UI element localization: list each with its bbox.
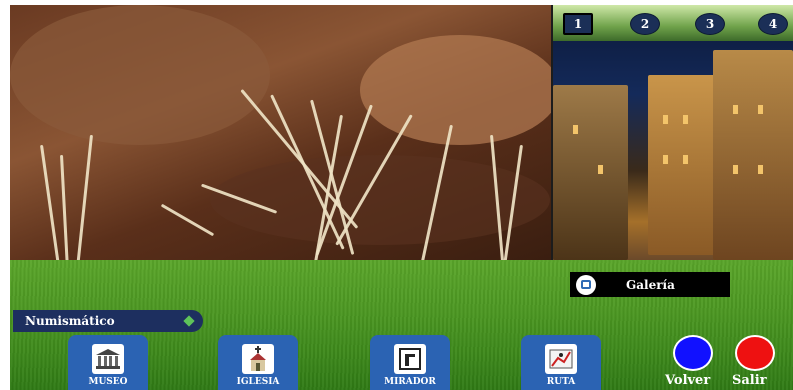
lit-window [573,125,578,134]
museo-label: MUSEO [88,377,128,387]
lit-window [663,115,668,124]
photo-panel[interactable]: 1 2 3 4 [551,5,793,260]
gallery-icon [576,274,596,295]
iglesia-button[interactable]: IGLESIA [218,335,298,390]
volver-label: Volver [665,373,711,388]
ruta-label: RUTA [546,377,576,387]
mirador-button[interactable]: MIRADOR [370,335,450,390]
straw-fiber [160,203,215,237]
building-facade [648,75,718,255]
route-icon [545,344,577,374]
gallery-label: Galería [626,277,675,292]
hand-shape [360,35,551,145]
museo-button[interactable]: MUSEO [68,335,148,390]
iglesia-label: IGLESIA [236,377,280,387]
app-frame: 1 2 3 4 Galería Numismático MUSEO IGLESI… [10,5,793,390]
photo-tab-2[interactable]: 2 [630,13,660,35]
lit-window [758,105,763,114]
hand-shape [10,5,270,145]
lit-window [663,155,668,164]
numismatico-label: Numismático [25,314,115,328]
building-facade [713,50,793,260]
lit-window [758,165,763,174]
salir-button[interactable] [735,335,775,371]
salir-label: Salir [732,373,767,388]
straw-fiber [60,154,69,260]
mirador-label: MIRADOR [384,377,436,387]
photo-tab-1[interactable]: 1 [563,13,593,35]
lit-window [598,165,603,174]
volver-button[interactable] [673,335,713,371]
lit-window [683,155,688,164]
viewpoint-icon [394,344,426,374]
museum-icon [92,344,124,374]
photo-tab-3[interactable]: 3 [695,13,725,35]
lit-window [683,115,688,124]
building-facade [553,85,628,260]
lit-window [733,165,738,174]
straw-fiber [76,134,93,260]
weaving-video[interactable] [10,5,551,260]
photo-tab-4[interactable]: 4 [758,13,788,35]
lit-window [733,105,738,114]
diamond-icon [183,315,195,327]
straw-fiber [40,144,60,260]
church-icon [242,344,274,374]
gallery-button[interactable]: Galería [570,272,730,297]
numismatico-button[interactable]: Numismático [13,310,203,332]
ruta-button[interactable]: RUTA [521,335,601,390]
